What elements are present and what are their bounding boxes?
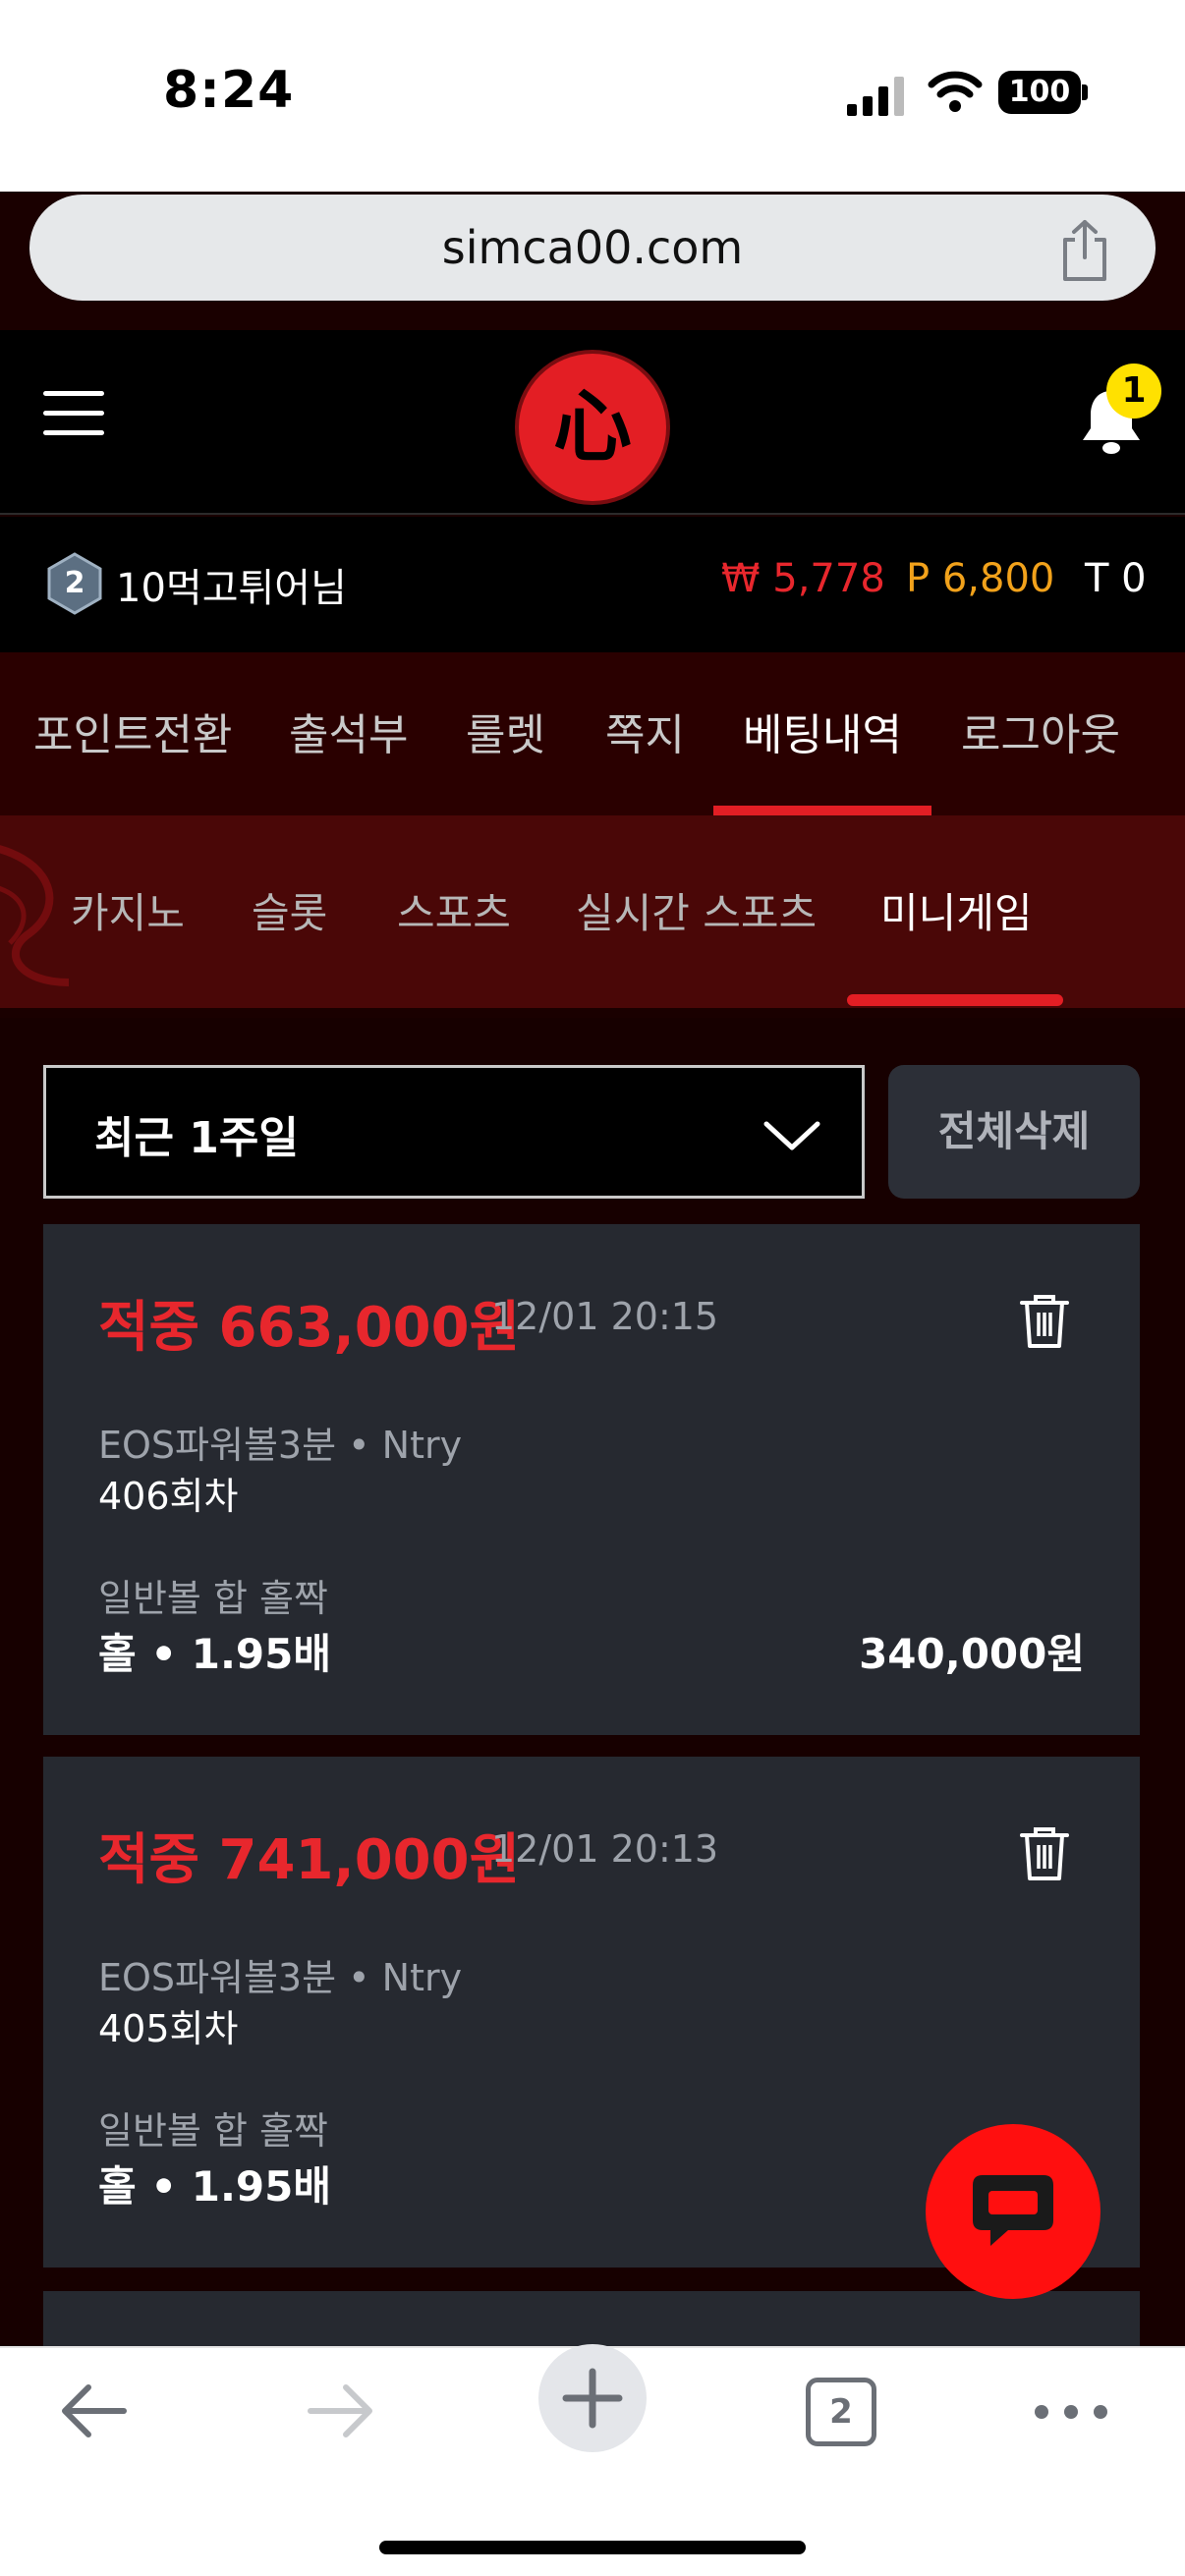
delete-all-button[interactable]: 전체삭제 — [888, 1065, 1140, 1199]
more-options-icon[interactable] — [1032, 2397, 1110, 2427]
bet-round: 405회차 — [98, 2007, 239, 2050]
active-subnav-indicator — [847, 994, 1063, 1006]
bet-game: EOS파워볼3분 • Ntry — [98, 1424, 463, 1467]
subnav-minigame[interactable]: 미니게임 — [880, 880, 1033, 940]
trash-icon[interactable] — [1016, 1821, 1073, 1884]
share-icon[interactable] — [1057, 218, 1112, 283]
subnav-sports[interactable]: 스포츠 — [397, 880, 511, 940]
nav-roulette[interactable]: 룰렛 — [466, 700, 545, 762]
forward-arrow-icon[interactable] — [307, 2381, 375, 2440]
cellular-signal-icon — [847, 77, 904, 116]
plus-icon[interactable] — [538, 2344, 647, 2452]
url-text[interactable]: simca00.com — [29, 195, 1156, 301]
nav-messages[interactable]: 쪽지 — [605, 700, 685, 762]
back-arrow-icon[interactable] — [59, 2381, 128, 2440]
bet-amount: 340,000원 — [859, 1630, 1085, 1678]
bet-datetime: 12/01 20:13 — [491, 1827, 719, 1871]
nav-point-convert[interactable]: 포인트전환 — [33, 700, 232, 762]
battery-nub — [1082, 84, 1088, 100]
bet-type: 일반볼 합 홀짝 — [98, 2109, 328, 2153]
tab-switcher-button[interactable]: 2 — [806, 2378, 876, 2446]
period-select-value[interactable]: 최근 1주일 — [94, 1102, 299, 1165]
new-tab-button[interactable] — [538, 2344, 647, 2452]
home-indicator — [379, 2541, 806, 2554]
point-balance: P 6,800 — [906, 556, 1055, 601]
bet-datetime: 12/01 20:15 — [491, 1295, 719, 1338]
user-level: 2 — [64, 566, 85, 600]
wifi-icon — [928, 71, 983, 112]
bet-pick: 홀 • 1.95배 — [98, 2162, 332, 2211]
nav-logout[interactable]: 로그아웃 — [961, 700, 1120, 762]
bet-result: 적중 663,000원 — [98, 1296, 521, 1360]
notification-badge: 1 — [1106, 364, 1161, 419]
subnav-live-sports[interactable]: 실시간 스포츠 — [576, 880, 817, 940]
subnav-slot[interactable]: 슬롯 — [252, 880, 327, 940]
trash-icon[interactable] — [1016, 1289, 1073, 1352]
hamburger-menu-icon[interactable] — [43, 391, 104, 440]
active-nav-indicator — [713, 806, 931, 815]
logo-glyph[interactable]: 心 — [519, 354, 666, 501]
username: 10먹고튀어님 — [116, 566, 347, 611]
nav-bet-history[interactable]: 베팅내역 — [743, 700, 902, 762]
bet-round: 406회차 — [98, 1475, 239, 1518]
won-balance: ₩ 5,778 — [721, 556, 885, 601]
bet-pick: 홀 • 1.95배 — [98, 1630, 332, 1678]
bet-game: EOS파워볼3분 • Ntry — [98, 1956, 463, 1999]
chevron-down-icon[interactable] — [762, 1118, 821, 1153]
chat-bubble-icon[interactable] — [969, 2169, 1057, 2254]
nav-attendance[interactable]: 출석부 — [289, 700, 408, 762]
t-point-balance: T 0 — [1085, 556, 1147, 601]
battery-indicator: 100 — [998, 71, 1081, 114]
status-time: 8:24 — [163, 61, 295, 120]
address-bar[interactable]: simca00.com — [29, 195, 1156, 301]
bet-result: 적중 741,000원 — [98, 1828, 521, 1892]
subnav-casino[interactable]: 카지노 — [71, 880, 185, 940]
bet-type: 일반볼 합 홀짝 — [98, 1577, 328, 1620]
